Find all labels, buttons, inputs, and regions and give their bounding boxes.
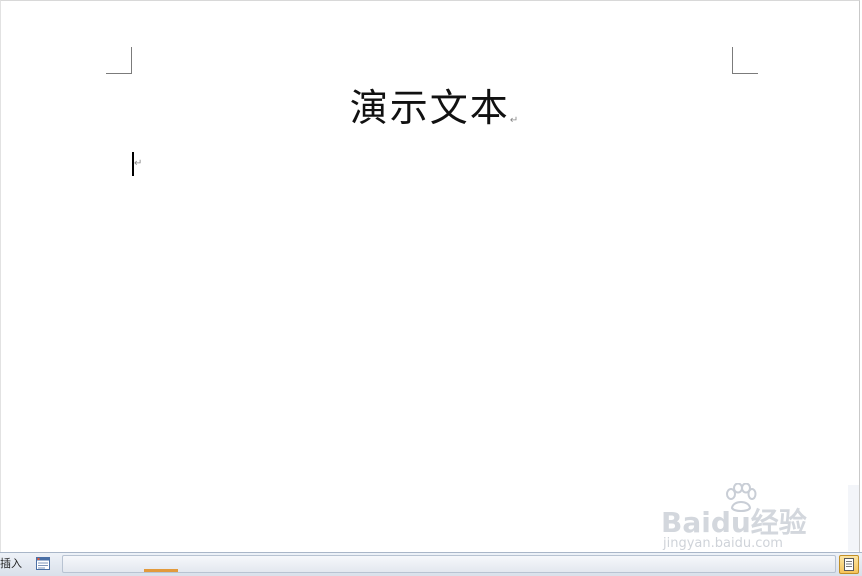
document-canvas[interactable]: 演示文本↵ ↵ Baidu经验 jingyan.baidu.com <box>0 0 860 552</box>
watermark-url: jingyan.baidu.com <box>663 536 783 551</box>
paragraph-mark-icon: ↵ <box>509 115 519 126</box>
print-layout-view-icon <box>844 558 854 571</box>
print-layout-view-button[interactable] <box>839 555 859 574</box>
horizontal-scrollbar[interactable] <box>62 555 836 573</box>
document-stats-icon[interactable] <box>36 557 50 570</box>
status-bar: 插入 <box>0 552 862 576</box>
margin-corner-top-left <box>106 47 132 74</box>
baidu-watermark: Baidu经验 jingyan.baidu.com <box>661 483 821 552</box>
margin-corner-top-right <box>732 47 758 74</box>
paragraph-mark-icon: ↵ <box>134 158 143 169</box>
watermark-logo-text: Baidu经验 <box>661 506 807 539</box>
document-title[interactable]: 演示文本 <box>350 83 510 133</box>
vertical-scrollbar[interactable] <box>848 485 859 551</box>
insert-mode-indicator[interactable]: 插入 <box>0 556 22 572</box>
word-window: 演示文本↵ ↵ Baidu经验 jingyan.baidu.com 插入 <box>0 0 862 576</box>
scrollbar-thumb[interactable] <box>144 569 178 572</box>
title-paragraph[interactable]: 演示文本↵ <box>1 83 859 133</box>
